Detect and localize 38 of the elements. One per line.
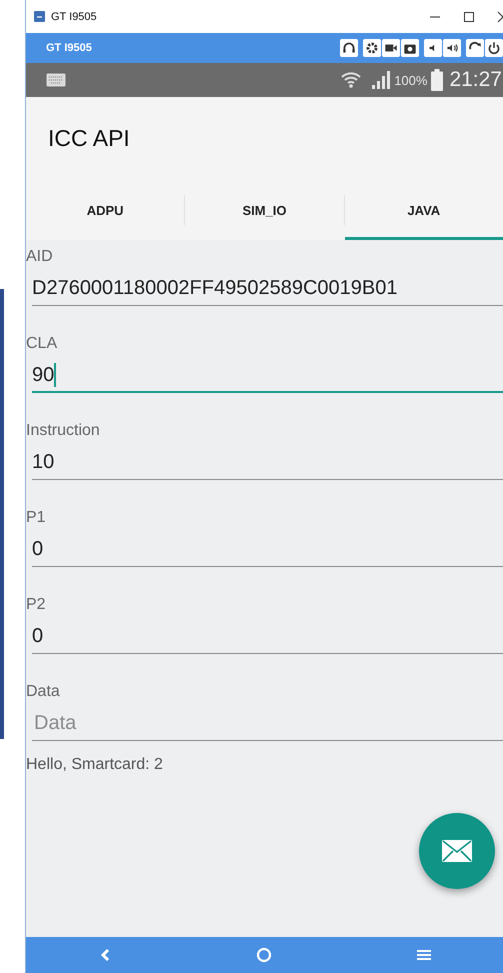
device-name: GT I9505 — [46, 42, 92, 54]
battery-level: 100% — [394, 72, 428, 88]
video-camera-icon[interactable] — [382, 39, 400, 57]
field-label: P2 — [26, 596, 47, 614]
app-icon — [34, 11, 45, 22]
input-field[interactable]: 0 — [32, 614, 503, 654]
gear-icon[interactable] — [363, 39, 381, 57]
envelope-icon — [442, 840, 472, 862]
headphones-icon[interactable] — [340, 39, 358, 57]
home-icon[interactable] — [256, 947, 272, 963]
volume-up-icon[interactable] — [443, 39, 461, 57]
power-icon[interactable] — [485, 39, 503, 57]
field-label: P1 — [26, 509, 47, 527]
input-field[interactable]: 90 — [32, 353, 503, 393]
field-label: AID — [26, 248, 54, 266]
menu-icon[interactable] — [416, 949, 430, 961]
clock: 21:27 — [449, 68, 502, 92]
rotate-icon[interactable] — [466, 39, 484, 57]
field-label: Data — [26, 683, 61, 701]
field-label: CLA — [26, 335, 58, 353]
app-title: ICC API — [48, 125, 130, 152]
keyboard-icon — [46, 73, 66, 87]
input-field[interactable]: 0 — [32, 527, 503, 567]
result-text: Hello, Smartcard: 2 — [26, 756, 164, 774]
send-button[interactable] — [419, 813, 495, 889]
field-label: Instruction — [26, 422, 101, 440]
camera-icon[interactable] — [401, 39, 419, 57]
input-field[interactable]: D2760001180002FF49502589C0019B01 — [32, 266, 503, 306]
window-title: GT I9505 — [51, 10, 97, 22]
volume-down-icon[interactable] — [424, 39, 442, 57]
back-icon[interactable] — [98, 948, 110, 962]
maximize-icon[interactable] — [463, 10, 475, 22]
signal-icon — [370, 71, 390, 89]
battery-icon — [431, 69, 444, 91]
tab[interactable]: ADPU — [26, 180, 184, 240]
tab[interactable]: SIM_IO — [185, 180, 344, 240]
input-field[interactable]: 10 — [32, 440, 503, 480]
wifi-icon — [340, 70, 362, 90]
